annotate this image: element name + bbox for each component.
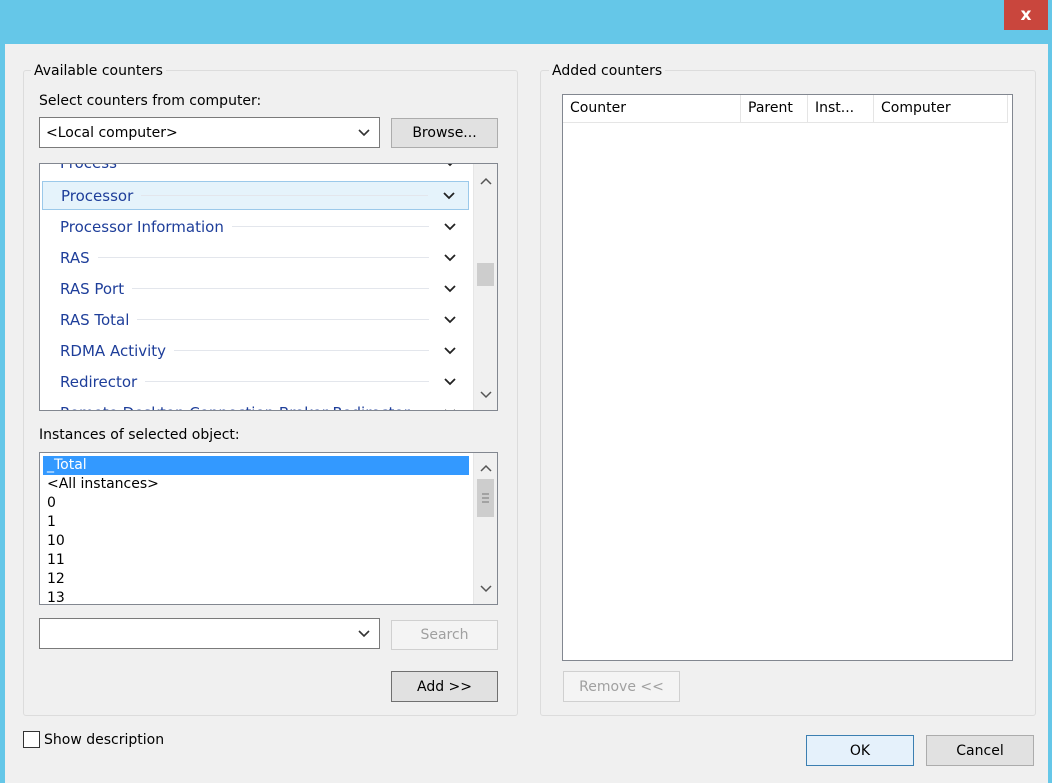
object-item-label: RDMA Activity: [60, 341, 167, 360]
instances-list-scrollbar[interactable]: [473, 453, 497, 604]
chevron-down-icon[interactable]: [443, 282, 457, 296]
instance-item[interactable]: 11: [43, 551, 469, 570]
instance-item[interactable]: 10: [43, 532, 469, 551]
object-item-divider: [145, 381, 429, 382]
instance-item[interactable]: _Total: [43, 456, 469, 475]
remove-button[interactable]: Remove <<: [563, 671, 680, 702]
chevron-up-icon: [479, 177, 492, 185]
instance-item[interactable]: 12: [43, 570, 469, 589]
available-counters-label: Available counters: [31, 62, 166, 80]
close-button[interactable]: x: [1004, 0, 1048, 30]
object-item-divider: [141, 195, 428, 196]
object-item-label: RAS: [60, 248, 90, 267]
chevron-down-icon: [479, 390, 492, 398]
instance-item[interactable]: 13: [43, 589, 469, 604]
object-item-label: Redirector: [60, 372, 138, 391]
object-item-label: Processor: [61, 186, 134, 205]
instance-item[interactable]: <All instances>: [43, 475, 469, 494]
object-item[interactable]: RAS: [42, 243, 469, 272]
chevron-down-icon: [358, 129, 370, 137]
chevron-down-icon[interactable]: [443, 251, 457, 265]
chevron-down-icon[interactable]: [442, 189, 456, 203]
window-border-right: [1048, 44, 1052, 783]
chevron-down-icon: [479, 584, 492, 592]
computer-select[interactable]: <Local computer>: [39, 117, 380, 148]
scroll-up-arrow[interactable]: [476, 458, 495, 477]
scroll-thumb[interactable]: [477, 479, 494, 517]
object-item-label: Processor Information: [60, 217, 224, 236]
object-item[interactable]: Remote Desktop Connection Broker Redirec…: [42, 398, 469, 412]
title-bar: x: [0, 0, 1052, 44]
object-item-label: Remote Desktop Connection Broker Redirec…: [42, 404, 410, 411]
performance-object-list[interactable]: Process Processor Processor Information RAS…: [39, 163, 498, 411]
show-description-label: Show description: [44, 732, 165, 748]
chevron-down-icon: [358, 630, 370, 638]
instance-item[interactable]: 1: [43, 513, 469, 532]
column-header-counter[interactable]: Counter: [563, 95, 741, 122]
search-button[interactable]: Search: [391, 620, 498, 650]
browse-button[interactable]: Browse...: [391, 118, 498, 148]
object-item[interactable]: Redirector: [42, 367, 469, 396]
scroll-thumb[interactable]: [477, 263, 494, 286]
scroll-up-arrow[interactable]: [476, 171, 495, 190]
chevron-down-icon[interactable]: [443, 375, 457, 389]
chevron-down-icon[interactable]: [443, 406, 457, 412]
chevron-down-icon[interactable]: [443, 163, 457, 170]
ok-button[interactable]: OK: [806, 735, 914, 766]
object-item-divider: [132, 288, 429, 289]
object-item[interactable]: Process: [42, 163, 469, 177]
added-counters-label: Added counters: [549, 62, 666, 80]
object-item[interactable]: RAS Port: [42, 274, 469, 303]
added-counters-header: Counter Parent Inst... Computer: [563, 95, 1008, 123]
scroll-down-arrow[interactable]: [476, 579, 495, 598]
instances-label: Instances of selected object:: [39, 427, 240, 443]
object-item-label: Process: [42, 164, 117, 172]
search-instance-select[interactable]: [39, 618, 380, 649]
select-computer-label: Select counters from computer:: [39, 93, 262, 109]
object-item-label: RAS Port: [60, 279, 125, 298]
cancel-button[interactable]: Cancel: [926, 735, 1034, 766]
grip-icon: [482, 493, 489, 503]
add-button[interactable]: Add >>: [391, 671, 498, 702]
scroll-down-arrow[interactable]: [476, 385, 495, 404]
column-header-parent[interactable]: Parent: [741, 95, 808, 122]
added-counters-list[interactable]: Counter Parent Inst... Computer: [562, 94, 1013, 661]
object-item[interactable]: Processor Information: [42, 212, 469, 241]
object-item[interactable]: RDMA Activity: [42, 336, 469, 365]
object-item-divider: [174, 350, 429, 351]
object-item-divider: [97, 257, 429, 258]
show-description-checkbox[interactable]: [23, 731, 40, 748]
object-list-scrollbar[interactable]: [473, 164, 497, 410]
computer-select-value: <Local computer>: [46, 124, 178, 141]
object-item[interactable]: Processor: [42, 181, 469, 210]
object-item[interactable]: RAS Total: [42, 305, 469, 334]
object-item-divider: [231, 226, 429, 227]
object-item-label: RAS Total: [60, 310, 130, 329]
object-item-divider: [137, 319, 429, 320]
chevron-up-icon: [479, 464, 492, 472]
chevron-down-icon[interactable]: [443, 344, 457, 358]
column-header-instance[interactable]: Inst...: [808, 95, 874, 122]
instances-list[interactable]: _Total <All instances> 0 1 10 11 12 13: [39, 452, 498, 605]
chevron-down-icon[interactable]: [443, 220, 457, 234]
instance-item[interactable]: 0: [43, 494, 469, 513]
column-header-computer[interactable]: Computer: [874, 95, 1008, 122]
chevron-down-icon[interactable]: [443, 313, 457, 327]
window-border-left: [0, 44, 5, 783]
